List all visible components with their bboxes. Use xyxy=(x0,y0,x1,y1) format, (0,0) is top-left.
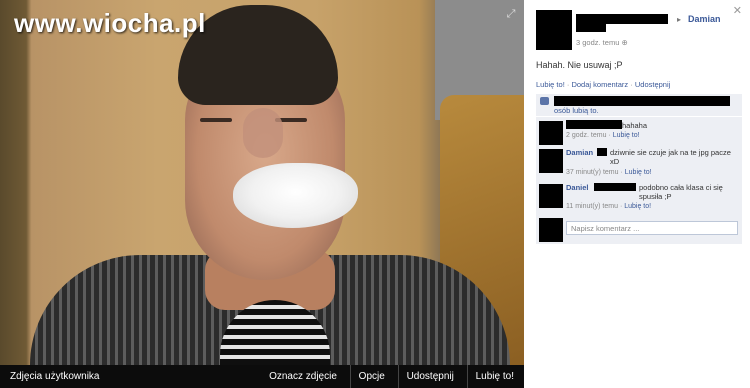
like-button[interactable]: Lubię to! xyxy=(466,365,514,388)
globe-icon: ⊕ xyxy=(621,38,628,47)
comment-like-link[interactable]: Lubię to! xyxy=(624,203,651,210)
thumbs-up-icon xyxy=(540,97,549,105)
avatar[interactable] xyxy=(536,10,572,50)
watermark: www.wiocha.pl xyxy=(14,8,206,38)
comment-time: 2 godz. temu xyxy=(566,132,607,139)
avatar xyxy=(539,218,563,242)
user-photos-link[interactable]: Zdjęcia użytkownika xyxy=(10,365,99,388)
avatar[interactable] xyxy=(539,149,563,173)
comment-meta: 11 minut(y) temu · Lubię to! xyxy=(566,203,652,210)
add-comment-link[interactable]: Dodaj komentarz xyxy=(571,80,628,89)
comment-item: hahaha 2 godz. temu · Lubię to! xyxy=(536,117,742,147)
author-name-redacted xyxy=(576,14,668,24)
avatar[interactable] xyxy=(539,184,563,208)
likers-redacted xyxy=(554,96,730,106)
comment-like-link[interactable]: Lubię to! xyxy=(625,169,652,176)
avatar[interactable] xyxy=(539,121,563,145)
comment-meta: 2 godz. temu · Lubię to! xyxy=(566,132,640,139)
like-link[interactable]: Lubię to! xyxy=(536,80,565,89)
comment-meta: 37 minut(y) temu · Lubię to! xyxy=(566,169,652,176)
share-button[interactable]: Udostępnij xyxy=(397,365,454,388)
likes-text[interactable]: osób lubią to. xyxy=(554,106,599,115)
comment-author-redacted xyxy=(597,148,607,156)
comment-item: Damian dziwnie sie czuje jak na te jpg p… xyxy=(536,145,742,181)
comment-time: 37 minut(y) temu xyxy=(566,169,619,176)
separator-dot: · xyxy=(630,80,633,89)
close-icon[interactable]: ✕ xyxy=(733,4,742,17)
author-name-redacted xyxy=(576,24,606,32)
comment-author-redacted xyxy=(594,183,636,191)
comments-panel: ✕ ▸ Damian 3 godz. temu ⊕ Hahah. Nie usu… xyxy=(524,0,750,388)
share-link[interactable]: Udostępnij xyxy=(635,80,670,89)
photo-viewer: www.wiocha.pl ⤢ Zdjęcia użytkownika Ozna… xyxy=(0,0,524,388)
post-time-text: 3 godz. temu xyxy=(576,38,620,47)
comment-author[interactable]: Damian xyxy=(566,148,593,157)
comment-like-link[interactable]: Lubię to! xyxy=(613,132,640,139)
post-text: Hahah. Nie usuwaj ;P xyxy=(536,60,623,70)
comment-item: Daniel podobno cała klasa ci się spusiła… xyxy=(536,180,742,214)
separator-dot: · xyxy=(566,80,570,89)
post-timestamp: 3 godz. temu ⊕ xyxy=(576,38,628,47)
arrow-right-icon: ▸ xyxy=(677,15,682,24)
comment-author-redacted xyxy=(566,120,622,129)
post-actions: Lubię to! · Dodaj komentarz · Udostępnij xyxy=(536,80,670,89)
photo-nose xyxy=(243,108,283,158)
photo-toolbar: Zdjęcia użytkownika Oznacz zdjęcie Opcje… xyxy=(0,365,524,388)
comment-text: dziwnie sie czuje jak na te jpg pacze xD xyxy=(610,148,731,166)
photo-eye-left xyxy=(200,118,232,122)
comment-time: 11 minut(y) temu xyxy=(566,203,618,210)
comment-author[interactable]: Daniel xyxy=(566,183,589,192)
comment-text: podobno cała klasa ci się spusiła ;P xyxy=(639,183,723,201)
expand-icon[interactable]: ⤢ xyxy=(505,8,517,20)
tag-photo-button[interactable]: Oznacz zdjęcie xyxy=(261,365,337,388)
write-comment-box: Napisz komentarz ... xyxy=(536,214,742,244)
likes-summary: osób lubią to. xyxy=(536,94,742,116)
photo[interactable]: www.wiocha.pl ⤢ xyxy=(0,0,524,365)
comment-text: hahaha xyxy=(622,121,648,130)
options-button[interactable]: Opcje xyxy=(349,365,385,388)
recipient-name[interactable]: Damian xyxy=(688,14,721,24)
comment-input[interactable]: Napisz komentarz ... xyxy=(566,221,738,235)
